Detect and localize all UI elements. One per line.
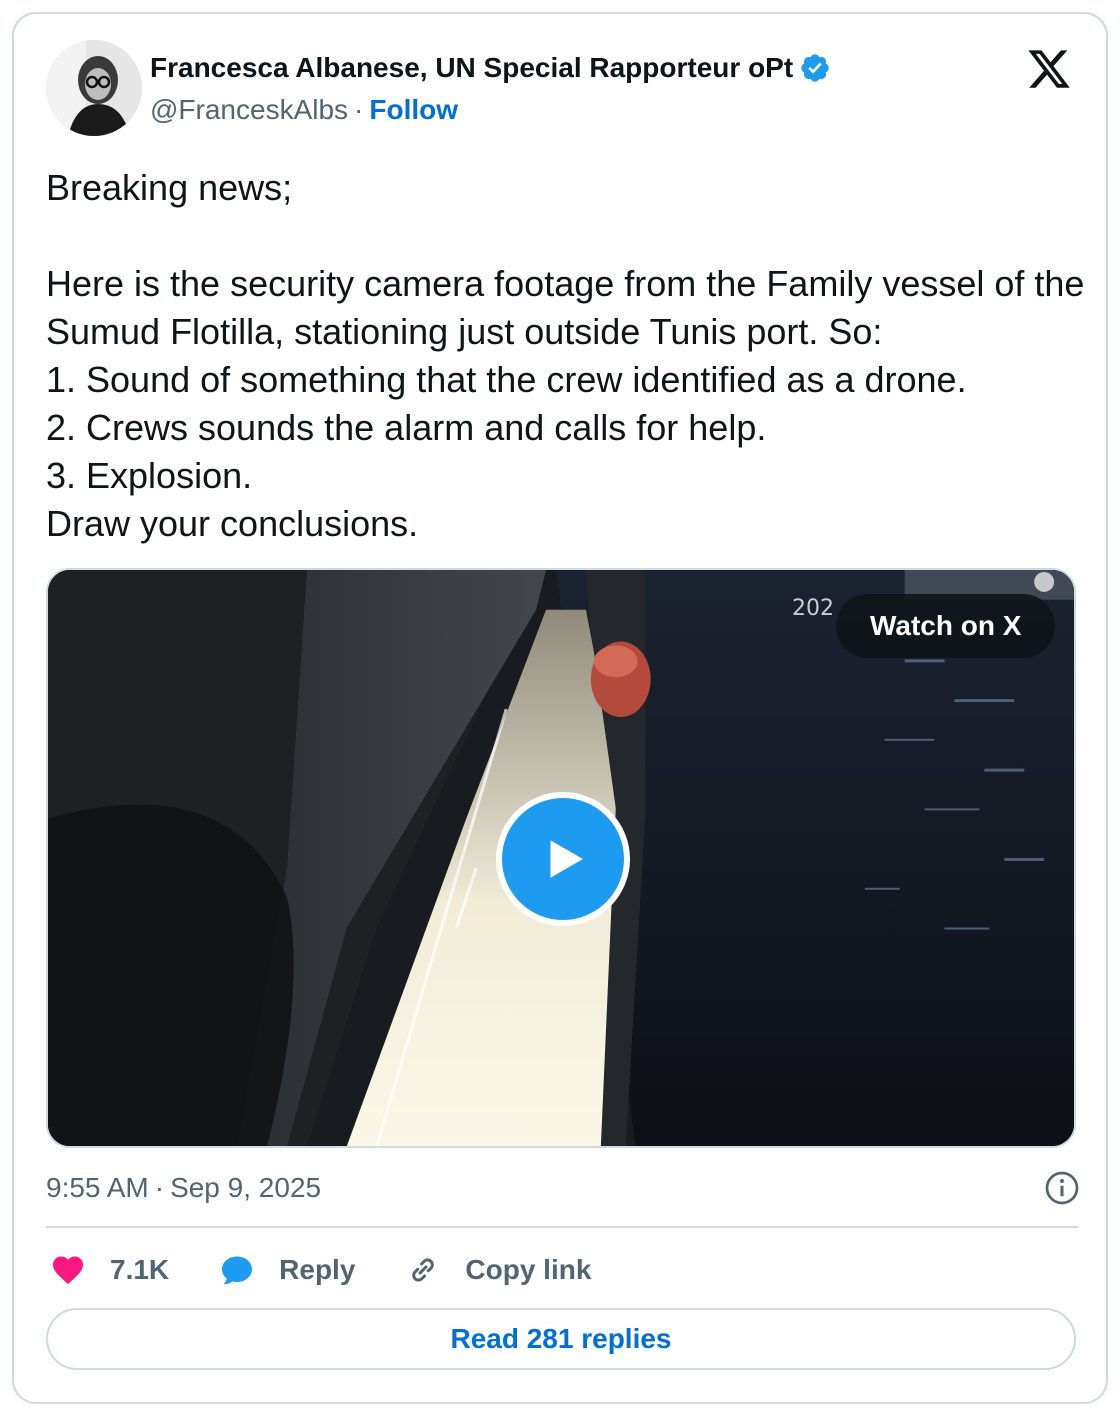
follow-button[interactable]: Follow <box>369 94 458 126</box>
reply-button[interactable]: Reply <box>219 1252 355 1288</box>
play-button[interactable] <box>496 792 630 926</box>
heart-icon <box>53 1256 83 1285</box>
action-bar: 7.1K Reply Copy link <box>50 1248 641 1292</box>
avatar-image <box>46 40 142 136</box>
reply-label: Reply <box>279 1254 356 1285</box>
handle-separator: · <box>354 94 364 125</box>
read-replies-button[interactable]: Read 281 replies <box>46 1308 1076 1370</box>
play-icon <box>550 840 583 878</box>
x-logo-icon[interactable] <box>1026 46 1072 92</box>
author-handle[interactable]: @FranceskAlbs <box>150 94 348 126</box>
link-icon <box>412 1258 435 1282</box>
divider <box>46 1226 1078 1228</box>
author-block: Francesca Albanese, UN Special Rapporteu… <box>150 48 831 130</box>
like-count: 7.1K <box>110 1254 170 1285</box>
avatar[interactable] <box>46 40 142 136</box>
time-separator: · <box>154 1172 165 1203</box>
reply-bubble-icon <box>222 1256 253 1285</box>
tweet-text: Breaking news; Here is the security came… <box>46 167 1085 544</box>
tweet-time: 9:55 AM <box>46 1172 149 1203</box>
tweet-embed-card: Francesca Albanese, UN Special Rapporteu… <box>12 12 1108 1404</box>
tweet-date: Sep 9, 2025 <box>170 1172 322 1203</box>
author-name[interactable]: Francesca Albanese, UN Special Rapporteu… <box>150 52 793 84</box>
watch-on-x-button[interactable]: Watch on X <box>836 594 1056 658</box>
info-icon[interactable] <box>1044 1170 1080 1206</box>
tweet-timestamp[interactable]: 9:55 AM · Sep 9, 2025 <box>46 1168 1086 1208</box>
verified-badge-icon <box>801 54 829 82</box>
video-player[interactable]: 202 Watch on X <box>46 568 1076 1148</box>
video-timestamp-overlay: 202 <box>792 596 834 621</box>
copy-link-button[interactable]: Copy link <box>405 1252 591 1288</box>
like-button[interactable]: 7.1K <box>50 1252 169 1288</box>
copy-link-label: Copy link <box>465 1254 592 1285</box>
